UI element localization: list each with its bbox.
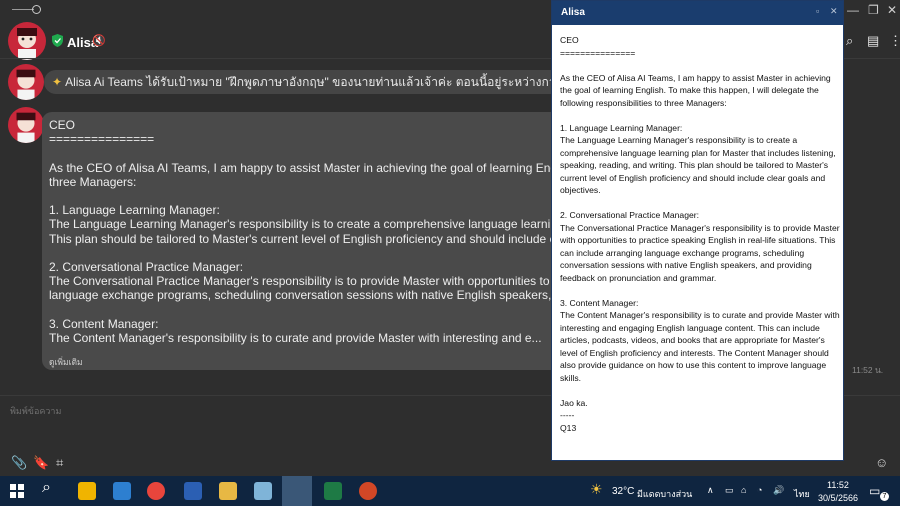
crop-icon[interactable]: ⌗ (56, 455, 63, 471)
avatar[interactable] (8, 107, 44, 143)
taskbar (0, 476, 900, 506)
chevron-up-icon[interactable]: ∧ (707, 485, 714, 496)
attach-icon[interactable]: 📎 (11, 455, 27, 471)
status-message-text: Alisa Ai Teams ได้รับเป้าหมาย "ฝึกพูดภาษ… (65, 75, 564, 89)
search-icon[interactable]: ⌕ (846, 33, 853, 49)
sparkle-icon: ✦ (52, 75, 63, 89)
avatar[interactable] (8, 22, 46, 60)
excel-icon[interactable] (324, 482, 342, 500)
weather-desc[interactable]: มีแดดบางส่วน (637, 487, 692, 501)
popup-close-icon[interactable]: ✕ (830, 6, 838, 17)
message-text: CEO =============== As the CEO of Alisa … (49, 118, 562, 346)
mute-icon[interactable]: 🔇 (92, 34, 106, 47)
popup-title-bar: Alisa ▫ ✕ (552, 1, 843, 25)
verified-shield-icon (52, 34, 63, 47)
close-icon[interactable]: ✕ (887, 3, 897, 17)
network-icon[interactable]: ⌂ (741, 485, 746, 495)
notes-icon[interactable]: ▤ (867, 33, 879, 49)
file-explorer-icon[interactable] (219, 482, 237, 500)
volume-icon[interactable]: 🔊 (773, 485, 784, 496)
notification-count: 7 (880, 492, 889, 501)
message-timestamp: 11:52 น. (852, 365, 884, 375)
sticky-notes-icon[interactable] (78, 482, 96, 500)
chrome-icon[interactable] (147, 482, 165, 500)
maximize-icon[interactable]: ❐ (868, 3, 879, 17)
powerpoint-icon[interactable] (359, 482, 377, 500)
menu-icon[interactable]: ⋮ (889, 33, 900, 49)
app-icon[interactable] (113, 482, 131, 500)
message-popup-window: Alisa ▫ ✕ CEO =============== As the CEO… (551, 0, 844, 461)
popup-title: Alisa (561, 7, 585, 18)
battery-icon[interactable]: ▭ (725, 485, 734, 496)
opacity-slider-track[interactable] (12, 9, 34, 10)
avatar[interactable] (8, 64, 44, 100)
popup-message-text: CEO =============== As the CEO of Alisa … (560, 35, 840, 433)
clock-time[interactable]: 11:52 (827, 480, 849, 490)
app-icon[interactable] (254, 482, 272, 500)
language-indicator[interactable]: ไทย (794, 487, 810, 501)
read-more-link[interactable]: ดูเพิ่มเติม (49, 355, 83, 369)
clock-date[interactable]: 30/5/2566 (818, 493, 858, 503)
message-bubble[interactable]: CEO =============== As the CEO of Alisa … (42, 112, 562, 370)
notification-icon[interactable]: ▭ (869, 484, 880, 498)
wifi-icon[interactable]: ◔ (757, 485, 762, 495)
word-icon[interactable] (184, 482, 202, 500)
emoji-icon[interactable]: ☺ (875, 455, 888, 470)
popup-minimize-icon[interactable]: ▫ (816, 6, 819, 16)
weather-temp[interactable]: 32°C (612, 486, 634, 497)
bookmark-icon[interactable]: 🔖 (33, 455, 49, 471)
input-placeholder: พิมพ์ข้อความ (10, 406, 62, 416)
taskbar-active-app[interactable] (282, 476, 312, 506)
search-taskbar-icon[interactable]: ⌕ (42, 479, 51, 497)
opacity-slider-handle[interactable] (32, 5, 41, 14)
minimize-icon[interactable]: — (847, 3, 859, 17)
weather-icon[interactable]: ☀ (590, 481, 603, 498)
status-message[interactable]: ✦ Alisa Ai Teams ได้รับเป้าหมาย "ฝึกพูดภา… (44, 70, 564, 94)
windows-start-icon[interactable] (10, 484, 24, 498)
